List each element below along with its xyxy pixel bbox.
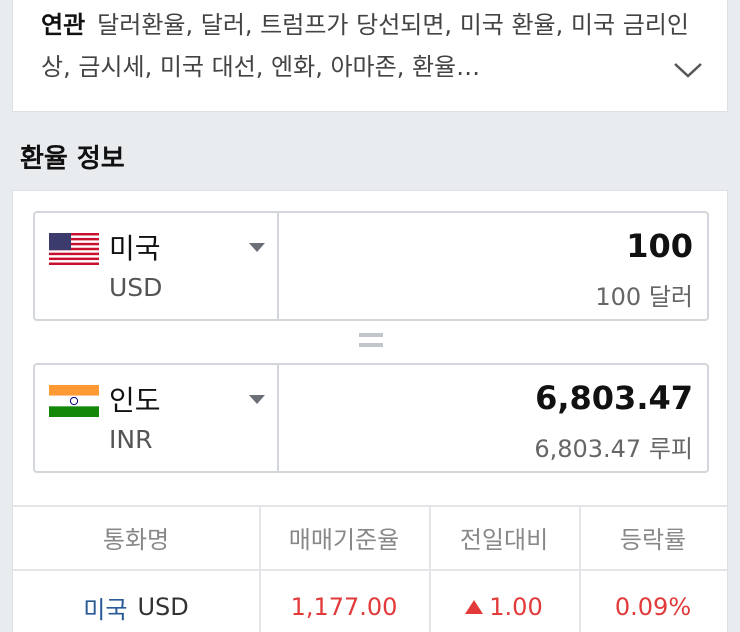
us-flag-icon bbox=[49, 233, 99, 265]
from-amount-words: 100 달러 bbox=[595, 283, 693, 311]
from-amount-input[interactable]: 100 bbox=[626, 227, 693, 265]
change-cell: 1.00 bbox=[429, 569, 579, 632]
to-currency-row: 인도 INR 6,803.47 6,803.47 루피 bbox=[33, 363, 709, 473]
to-currency-code: INR bbox=[109, 425, 153, 454]
india-flag-icon bbox=[49, 385, 99, 417]
from-currency-row: 미국 USD 100 100 달러 bbox=[33, 211, 709, 321]
equals-icon bbox=[359, 333, 383, 349]
section-title: 환율 정보 bbox=[20, 144, 125, 174]
related-keywords: 연관 달러환율, 달러, 트럼프가 당선되면, 미국 환율, 미국 금리인상, 금… bbox=[41, 4, 691, 88]
related-label: 연관 bbox=[41, 11, 86, 39]
currency-country-link[interactable]: 미국 bbox=[83, 590, 127, 625]
to-amount-input[interactable]: 6,803.47 bbox=[535, 379, 693, 417]
chevron-down-icon[interactable] bbox=[673, 60, 703, 80]
header-base-rate: 매매기준율 bbox=[259, 505, 429, 569]
currency-cell: 미국 USD bbox=[13, 585, 259, 629]
header-currency-name: 통화명 bbox=[102, 525, 170, 554]
from-currency-name: 미국 bbox=[109, 232, 161, 265]
up-triangle-icon bbox=[465, 600, 484, 614]
exchange-rate-card: 미국 USD 100 100 달러 인도 INR 6,803.47 6,803.… bbox=[12, 190, 728, 632]
header-change: 전일대비 bbox=[429, 505, 579, 569]
table-header-row: 통화명 매매기준율 전일대비 등락률 bbox=[13, 505, 727, 569]
currency-code: USD bbox=[137, 593, 189, 621]
to-currency-name: 인도 bbox=[109, 384, 161, 417]
change-pct-value: 0.09% bbox=[579, 569, 727, 632]
to-currency-select[interactable]: 인도 INR bbox=[35, 365, 279, 471]
dropdown-caret-icon bbox=[249, 395, 265, 404]
base-rate-value: 1,177.00 bbox=[259, 569, 429, 632]
table-row: 미국 USD 1,177.00 1.00 0.09% bbox=[13, 569, 727, 632]
from-currency-select[interactable]: 미국 USD bbox=[35, 213, 279, 319]
from-currency-code: USD bbox=[109, 273, 163, 302]
table-divider bbox=[13, 505, 727, 507]
to-amount-words: 6,803.47 루피 bbox=[534, 435, 693, 463]
related-keywords-panel: 연관 달러환율, 달러, 트럼프가 당선되면, 미국 환율, 미국 금리인상, 금… bbox=[12, 0, 728, 112]
related-keyword-list[interactable]: 달러환율, 달러, 트럼프가 당선되면, 미국 환율, 미국 금리인상, 금시세… bbox=[41, 11, 689, 81]
dropdown-caret-icon bbox=[249, 243, 265, 252]
change-value: 1.00 bbox=[489, 593, 543, 621]
header-change-pct: 등락률 bbox=[579, 505, 727, 569]
